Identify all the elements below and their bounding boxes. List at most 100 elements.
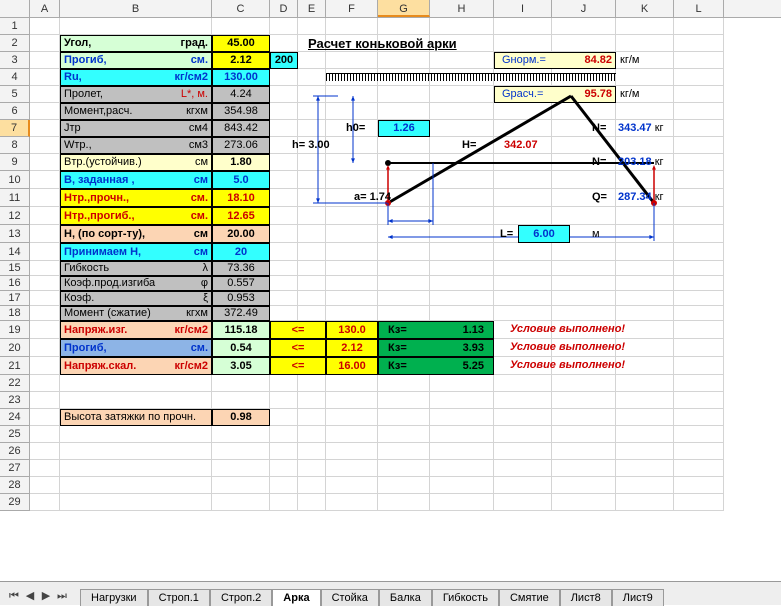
row-2[interactable]: 2: [0, 35, 30, 52]
label-r16[interactable]: Коэф.прод.изгибаφ: [60, 276, 212, 291]
col-A[interactable]: A: [30, 0, 60, 17]
row-1[interactable]: 1: [0, 18, 30, 35]
label-r11[interactable]: Hтр.,прочн.,см.: [60, 189, 212, 207]
row-24[interactable]: 24: [0, 409, 30, 426]
row-16[interactable]: 16: [0, 276, 30, 291]
row-11[interactable]: 11: [0, 189, 30, 207]
col-J[interactable]: J: [552, 0, 616, 17]
row-20[interactable]: 20: [0, 339, 30, 357]
row-29[interactable]: 29: [0, 494, 30, 511]
spreadsheet-grid[interactable]: Угол,град.45.00Прогиб,см.2.12200Ru,кг/см…: [30, 18, 781, 581]
col-H[interactable]: H: [430, 0, 494, 17]
h0-val[interactable]: 1.26: [378, 120, 430, 137]
gnorm[interactable]: Gнорм.=84.82: [494, 52, 616, 69]
val-r18[interactable]: 372.49: [212, 306, 270, 321]
tab-first-icon[interactable]: ⏮: [6, 587, 22, 605]
row-18[interactable]: 18: [0, 306, 30, 321]
tab-Строп.2[interactable]: Строп.2: [210, 589, 272, 606]
column-headers[interactable]: ABCDEFGHIJKL: [0, 0, 781, 18]
label-r6[interactable]: Момент,расч.кгхм: [60, 103, 212, 120]
tab-next-icon[interactable]: ▶: [38, 587, 54, 605]
lim-r19[interactable]: 130.0: [326, 321, 378, 339]
label-r10[interactable]: В, заданная ,см: [60, 171, 212, 189]
col-I[interactable]: I: [494, 0, 552, 17]
label-r4[interactable]: Ru,кг/см2: [60, 69, 212, 86]
val-r7[interactable]: 843.42: [212, 120, 270, 137]
lim-r20[interactable]: 2.12: [326, 339, 378, 357]
val-r16[interactable]: 0.557: [212, 276, 270, 291]
val-r5[interactable]: 4.24: [212, 86, 270, 103]
col-F[interactable]: F: [326, 0, 378, 17]
label-r17[interactable]: Коэф.ξ: [60, 291, 212, 306]
L-val[interactable]: 6.00: [518, 225, 570, 243]
row-8[interactable]: 8: [0, 137, 30, 154]
label-r14[interactable]: Принимаем Н,см: [60, 243, 212, 261]
tab-Нагрузки[interactable]: Нагрузки: [80, 589, 148, 606]
col-D[interactable]: D: [270, 0, 298, 17]
val-r19[interactable]: 115.18: [212, 321, 270, 339]
lim-r21[interactable]: 16.00: [326, 357, 378, 375]
tab-Балка[interactable]: Балка: [379, 589, 432, 606]
sheet-tabs[interactable]: ⏮ ◀ ▶ ⏭ НагрузкиСтроп.1Строп.2АркаСтойка…: [0, 581, 781, 605]
val-r12[interactable]: 12.65: [212, 207, 270, 225]
row-21[interactable]: 21: [0, 357, 30, 375]
row-10[interactable]: 10: [0, 171, 30, 189]
val-r10[interactable]: 5.0: [212, 171, 270, 189]
cmp-r20[interactable]: <=: [270, 339, 326, 357]
label-r21[interactable]: Напряж.скал.кг/см2: [60, 357, 212, 375]
label-r2[interactable]: Угол,град.: [60, 35, 212, 52]
row-6[interactable]: 6: [0, 103, 30, 120]
tab-nav[interactable]: ⏮ ◀ ▶ ⏭: [6, 587, 70, 605]
label-r18[interactable]: Момент (сжатие)кгхм: [60, 306, 212, 321]
col-C[interactable]: C: [212, 0, 270, 17]
row-17[interactable]: 17: [0, 291, 30, 306]
val-r8[interactable]: 273.06: [212, 137, 270, 154]
row-9[interactable]: 9: [0, 154, 30, 171]
row-14[interactable]: 14: [0, 243, 30, 261]
row-3[interactable]: 3: [0, 52, 30, 69]
row-27[interactable]: 27: [0, 460, 30, 477]
tab-last-icon[interactable]: ⏭: [54, 587, 70, 605]
label-r24[interactable]: Высота затяжки по прочн.: [60, 409, 212, 426]
row-12[interactable]: 12: [0, 207, 30, 225]
label-r19[interactable]: Напряж.изг.кг/см2: [60, 321, 212, 339]
val-r20[interactable]: 0.54: [212, 339, 270, 357]
col-L[interactable]: L: [674, 0, 724, 17]
val-r9[interactable]: 1.80: [212, 154, 270, 171]
val-r15[interactable]: 73.36: [212, 261, 270, 276]
tab-Арка[interactable]: Арка: [272, 589, 320, 606]
label-r20[interactable]: Прогиб,см.: [60, 339, 212, 357]
col-E[interactable]: E: [298, 0, 326, 17]
col-G[interactable]: G: [378, 0, 430, 17]
tab-Смятие[interactable]: Смятие: [499, 589, 560, 606]
col-B[interactable]: B: [60, 0, 212, 17]
tab-prev-icon[interactable]: ◀: [22, 587, 38, 605]
row-15[interactable]: 15: [0, 261, 30, 276]
val-r21[interactable]: 3.05: [212, 357, 270, 375]
tab-Гибкость[interactable]: Гибкость: [432, 589, 499, 606]
tab-Лист9[interactable]: Лист9: [612, 589, 664, 606]
row-19[interactable]: 19: [0, 321, 30, 339]
val-r24[interactable]: 0.98: [212, 409, 270, 426]
kz-r19[interactable]: Кз=1.13: [378, 321, 494, 339]
tab-Стойка[interactable]: Стойка: [321, 589, 379, 606]
label-r3[interactable]: Прогиб,см.: [60, 52, 212, 69]
val-r13[interactable]: 20.00: [212, 225, 270, 243]
val-r3x[interactable]: 200: [270, 52, 298, 69]
row-4[interactable]: 4: [0, 69, 30, 86]
val-r4[interactable]: 130.00: [212, 69, 270, 86]
kz-r20[interactable]: Кз=3.93: [378, 339, 494, 357]
cmp-r21[interactable]: <=: [270, 357, 326, 375]
tab-Строп.1[interactable]: Строп.1: [148, 589, 210, 606]
val-r3[interactable]: 2.12: [212, 52, 270, 69]
label-r9[interactable]: Bтр.(устойчив.)см: [60, 154, 212, 171]
col-K[interactable]: K: [616, 0, 674, 17]
row-23[interactable]: 23: [0, 392, 30, 409]
label-r13[interactable]: Н, (по сорт-ту),см: [60, 225, 212, 243]
row-25[interactable]: 25: [0, 426, 30, 443]
label-r7[interactable]: Jтрсм4: [60, 120, 212, 137]
row-5[interactable]: 5: [0, 86, 30, 103]
row-26[interactable]: 26: [0, 443, 30, 460]
row-22[interactable]: 22: [0, 375, 30, 392]
label-r5[interactable]: Пролет,L*, м.: [60, 86, 212, 103]
